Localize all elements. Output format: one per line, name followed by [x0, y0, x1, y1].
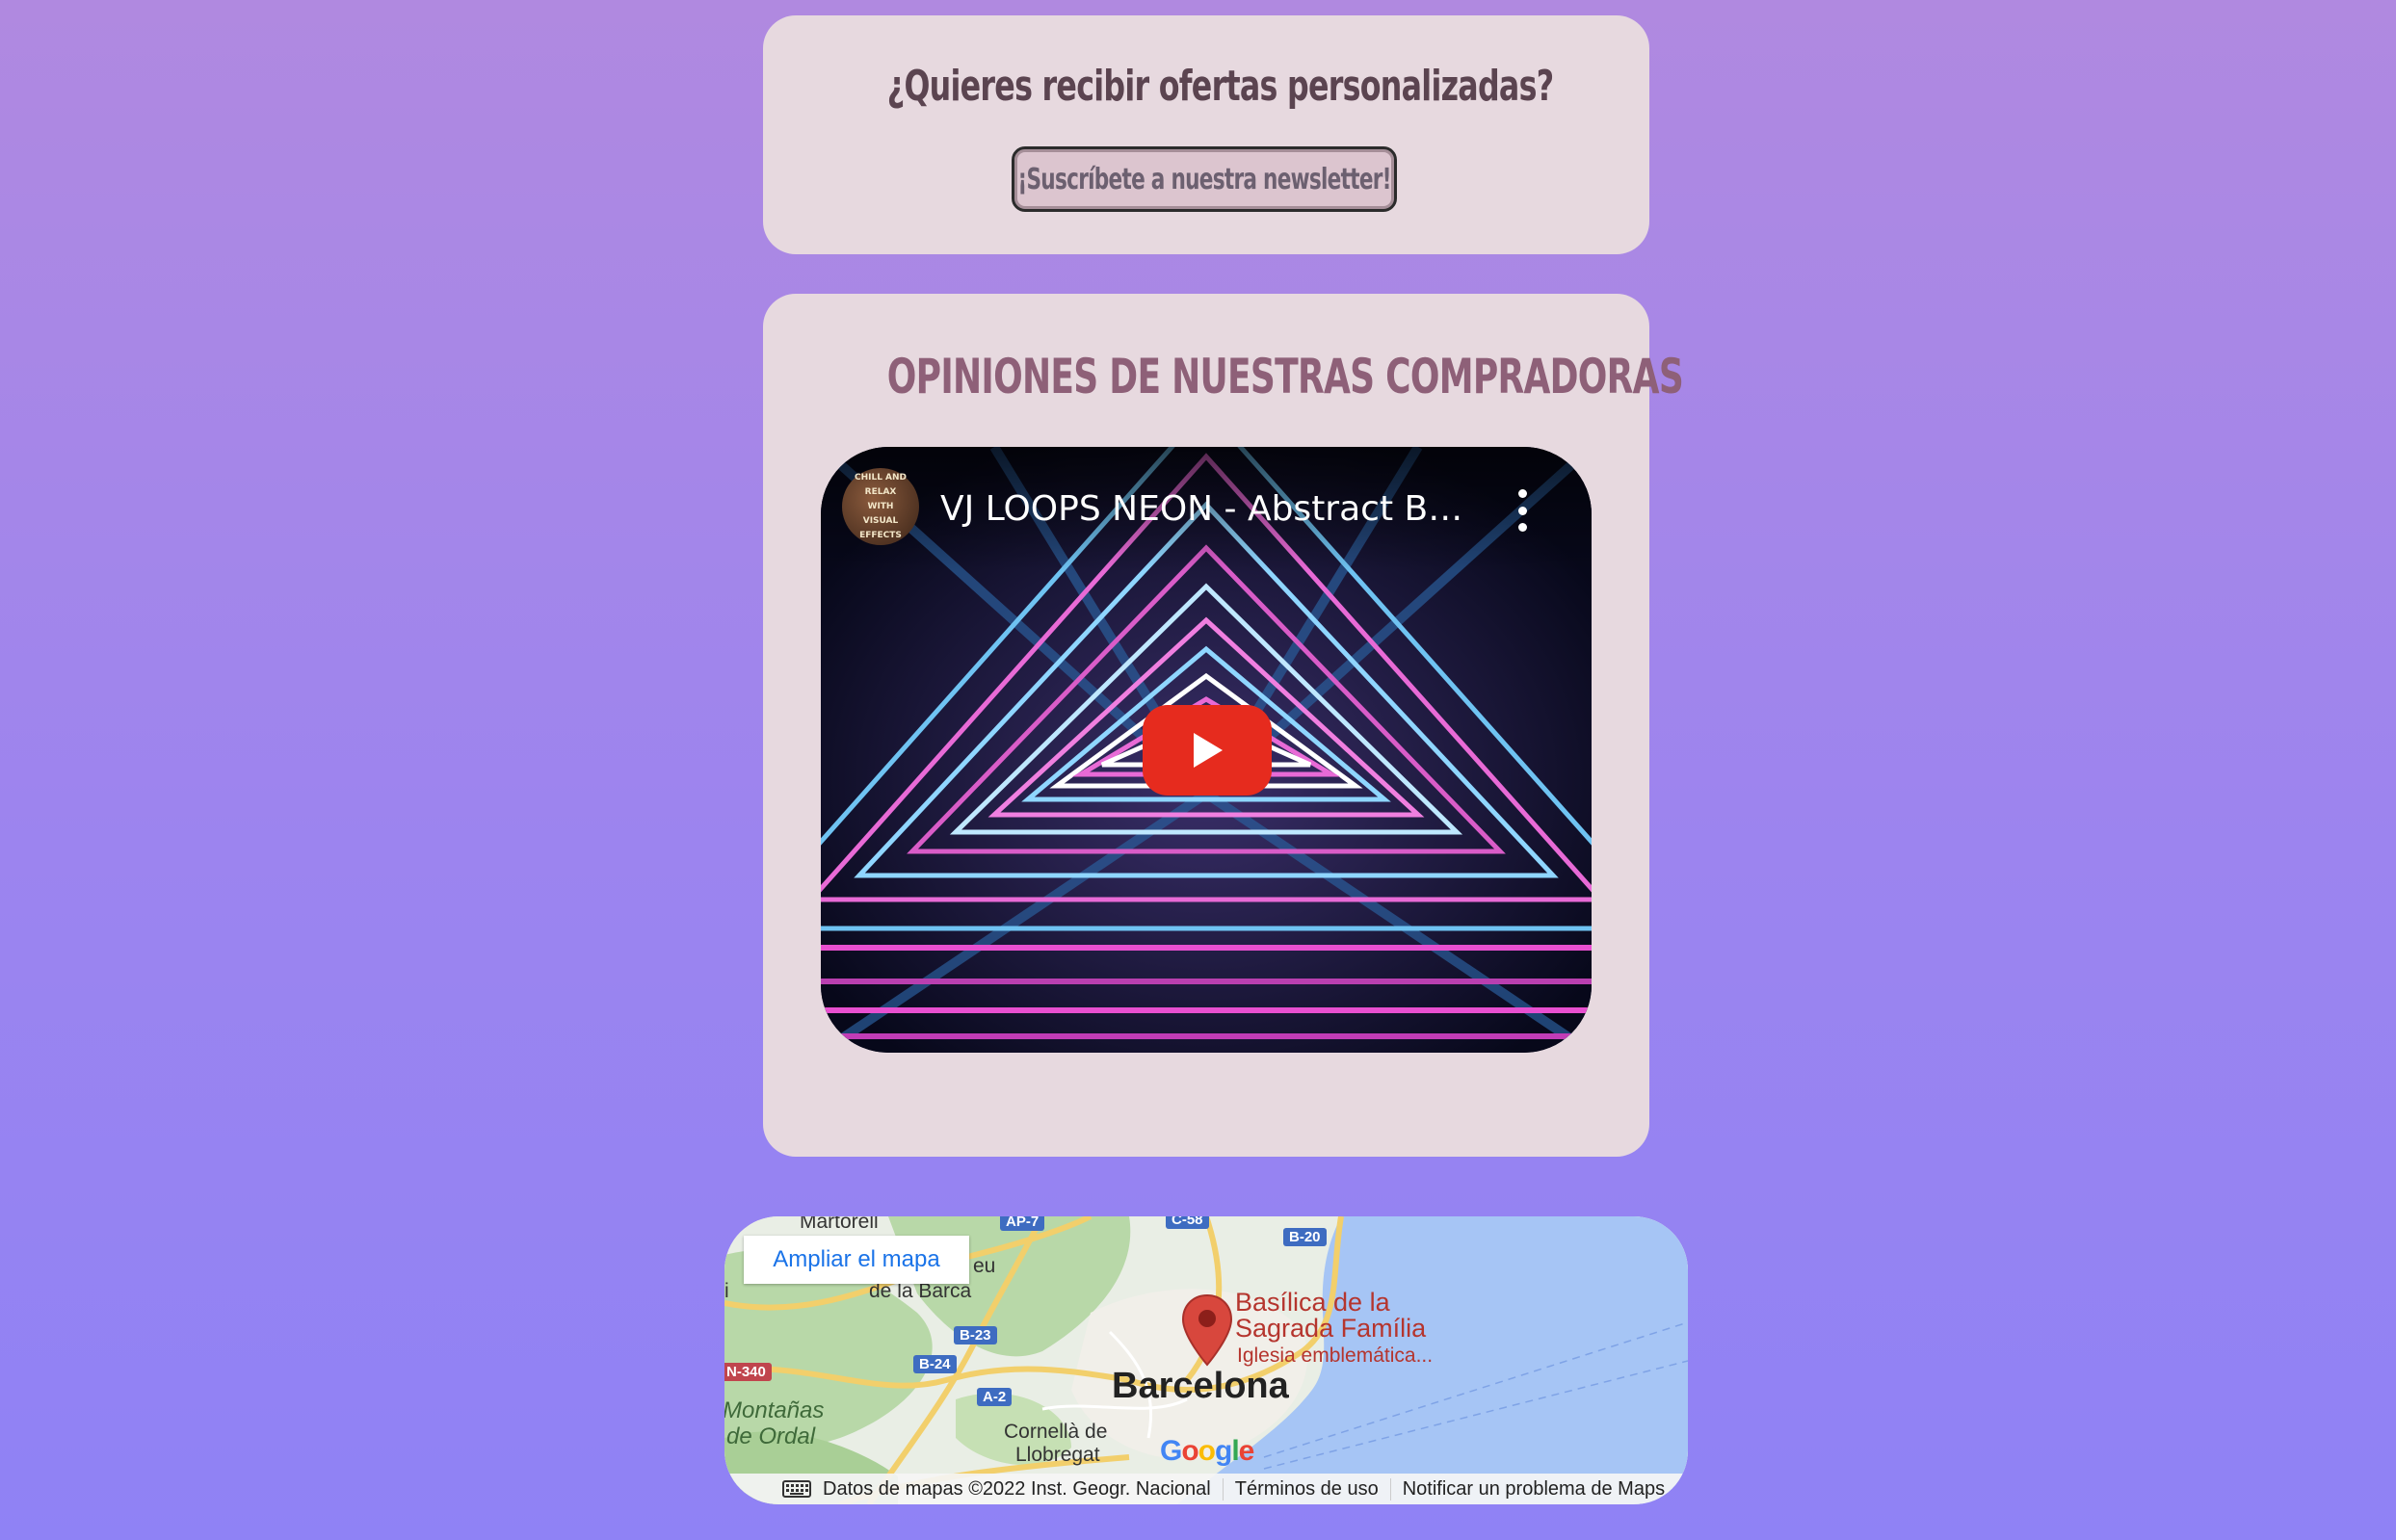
subscribe-newsletter-button[interactable]: ¡Suscríbete a nuestra newsletter! — [1012, 146, 1397, 212]
video-title-link[interactable]: VJ LOOPS NEON - Abstract Back... — [940, 489, 1480, 529]
newsletter-card: ¿Quieres recibir ofertas personalizadas?… — [763, 15, 1649, 254]
map-town-label: Montañas — [724, 1397, 825, 1423]
youtube-video-player[interactable]: CHILL AND RELAX WITH VISUAL EFFECTS VJ L… — [821, 447, 1592, 1053]
reviews-title: OPINIONES DE NUESTRAS COMPRADORAS — [886, 349, 1684, 405]
road-badge: B-24 — [913, 1355, 957, 1373]
more-vert-icon[interactable] — [1513, 489, 1532, 532]
subscribe-button-label: ¡Suscríbete a nuestra newsletter! — [1017, 162, 1391, 196]
map-report-link[interactable]: Notificar un problema de Maps — [1389, 1477, 1676, 1501]
map-town-label: Cornellà de — [1004, 1421, 1108, 1443]
map-pin-icon[interactable] — [1180, 1293, 1234, 1367]
google-logo: Google — [1160, 1435, 1254, 1467]
map-town-label: i — [724, 1280, 729, 1302]
avatar-line: WITH — [867, 501, 894, 511]
map-data-credit[interactable]: Datos de mapas ©2022 Inst. Geogr. Nacion… — [811, 1478, 1223, 1501]
map-terms-link[interactable]: Términos de uso — [1222, 1477, 1390, 1501]
place-name-label[interactable]: Basílica de la Sagrada Família — [1235, 1290, 1426, 1342]
map-town-label: de Ordal — [726, 1423, 816, 1449]
channel-avatar[interactable]: CHILL AND RELAX WITH VISUAL EFFECTS — [842, 468, 919, 545]
road-badge: C-58 — [1166, 1216, 1209, 1229]
road-badge: N-340 — [724, 1363, 772, 1381]
avatar-line: VISUAL EFFECTS — [859, 515, 902, 540]
road-badge: B-20 — [1283, 1228, 1327, 1246]
reviews-card: OPINIONES DE NUESTRAS COMPRADORAS CHILL … — [763, 294, 1684, 1157]
newsletter-title: ¿Quieres recibir ofertas personalizadas? — [886, 62, 1554, 111]
place-name-line: Sagrada Família — [1235, 1314, 1427, 1343]
city-label: Barcelona — [1112, 1366, 1289, 1406]
enlarge-map-button[interactable]: Ampliar el mapa — [744, 1236, 969, 1284]
road-badge: AP-7 — [1000, 1216, 1045, 1231]
avatar-line: CHILL AND RELAX — [854, 472, 908, 497]
keyboard-icon[interactable] — [782, 1480, 811, 1498]
place-name-line: Basílica de la — [1235, 1288, 1390, 1317]
embedded-map[interactable]: Martorell eu de la Barca i Montañas de O… — [724, 1216, 1688, 1504]
road-badge: B-23 — [954, 1326, 997, 1344]
road-badge: A-2 — [977, 1388, 1013, 1406]
place-description: Iglesia emblemática... — [1237, 1344, 1434, 1367]
play-button[interactable] — [1143, 705, 1272, 796]
play-icon — [1194, 733, 1223, 768]
map-footer: Datos de mapas ©2022 Inst. Geogr. Nacion… — [724, 1474, 1688, 1504]
map-town-label: eu — [973, 1255, 996, 1277]
map-town-label: Martorell — [800, 1216, 879, 1233]
map-town-label: Llobregat — [1015, 1444, 1100, 1466]
